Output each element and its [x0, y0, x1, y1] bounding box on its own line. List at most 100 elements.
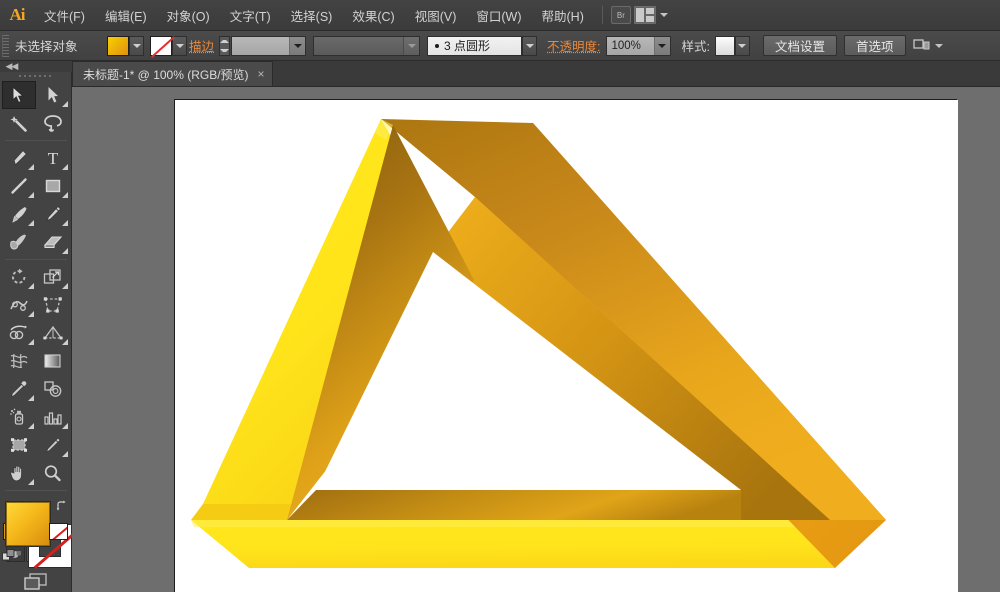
- penrose-triangle-artwork[interactable]: [175, 100, 958, 592]
- arrange-documents-icon: [912, 39, 930, 50]
- stroke-label[interactable]: 描边: [189, 36, 214, 55]
- flyout-indicator-icon: [27, 164, 34, 171]
- document-tab-title: 未标题-1* @ 100% (RGB/预览): [83, 67, 249, 82]
- blend-tool[interactable]: [36, 375, 70, 403]
- lasso-tool[interactable]: [36, 109, 70, 137]
- line-segment-tool[interactable]: [2, 172, 36, 200]
- flyout-indicator-icon: [61, 283, 68, 290]
- hand-tool[interactable]: [2, 459, 36, 487]
- screen-mode-button[interactable]: [22, 572, 50, 592]
- magic-wand-tool[interactable]: [2, 109, 36, 137]
- workspace-switcher[interactable]: [633, 6, 668, 24]
- menu-file[interactable]: 文件(F): [35, 2, 94, 29]
- opacity-label[interactable]: 不透明度:: [547, 36, 600, 55]
- menu-object[interactable]: 对象(O): [158, 2, 219, 29]
- chevron-down-icon[interactable]: [403, 36, 420, 55]
- flyout-indicator-icon: [27, 339, 34, 346]
- preferences-button[interactable]: 首选项: [844, 35, 906, 56]
- blob-brush-tool[interactable]: [2, 228, 36, 256]
- chevron-down-icon[interactable]: [289, 36, 306, 55]
- stroke-weight-input[interactable]: [231, 35, 307, 56]
- control-bar: 未选择对象 描边 3 点圆形 不透明度: 100% 样式: 文档设置 首选项: [0, 31, 1000, 61]
- flyout-indicator-icon: [61, 164, 68, 171]
- stroke-profile-select[interactable]: 3 点圆形: [427, 35, 523, 56]
- document-setup-button[interactable]: 文档设置: [762, 35, 837, 56]
- toolbox-collapse-button[interactable]: ◀◀: [0, 61, 72, 72]
- stroke-dropdown-button[interactable]: [172, 35, 187, 56]
- bridge-icon[interactable]: Br: [610, 6, 631, 24]
- chevron-down-icon[interactable]: [653, 36, 670, 55]
- document-tab-bar: 未标题-1* @ 100% (RGB/预览) ×: [0, 61, 1000, 87]
- shape-builder-tool[interactable]: [2, 319, 36, 347]
- menu-type[interactable]: 文字(T): [221, 2, 280, 29]
- screen-mode-icon: [23, 573, 47, 590]
- stroke-weight-stepper[interactable]: [219, 35, 231, 56]
- scale-tool[interactable]: [36, 263, 70, 291]
- toolbox-divider: [4, 490, 67, 492]
- artboard-tool[interactable]: [2, 431, 36, 459]
- type-tool[interactable]: T: [36, 144, 70, 172]
- stroke-style-select[interactable]: [313, 35, 421, 56]
- svg-text:T: T: [47, 149, 58, 167]
- menu-select[interactable]: 选择(S): [282, 2, 342, 29]
- none-chip-button[interactable]: [49, 523, 68, 540]
- flyout-indicator-icon: [61, 101, 68, 108]
- free-transform-tool[interactable]: [36, 291, 70, 319]
- zoom-tool[interactable]: [36, 459, 70, 487]
- fill-dropdown-button[interactable]: [129, 35, 144, 56]
- style-label: 样式:: [681, 40, 710, 54]
- face-left-bevel: [191, 504, 299, 520]
- symbol-sprayer-tool[interactable]: [2, 403, 36, 431]
- flyout-indicator-icon: [27, 479, 34, 486]
- menu-edit[interactable]: 编辑(E): [96, 2, 156, 29]
- graphic-style-swatch[interactable]: [714, 35, 735, 56]
- flyout-indicator-icon: [61, 451, 68, 458]
- paintbrush-tool[interactable]: [2, 200, 36, 228]
- rectangle-tool[interactable]: [36, 172, 70, 200]
- artboard[interactable]: [174, 99, 958, 592]
- canvas-area[interactable]: [72, 87, 1000, 592]
- gradient-tool[interactable]: [36, 347, 70, 375]
- pencil-tool[interactable]: [36, 200, 70, 228]
- menu-view[interactable]: 视图(V): [406, 2, 466, 29]
- rotate-tool[interactable]: [2, 263, 36, 291]
- toolbox-grip[interactable]: [15, 75, 56, 78]
- flyout-indicator-icon: [61, 220, 68, 227]
- swap-fill-stroke-icon[interactable]: [56, 500, 68, 512]
- toolbox-divider: [4, 259, 67, 261]
- stroke-swatch-button[interactable]: [150, 35, 172, 56]
- mesh-tool[interactable]: [2, 347, 36, 375]
- flyout-indicator-icon: [61, 339, 68, 346]
- menu-window[interactable]: 窗口(W): [467, 2, 530, 29]
- selection-status: 未选择对象: [15, 40, 78, 54]
- fill-color-swatch[interactable]: [5, 502, 50, 547]
- face-bottom-front: [191, 520, 881, 568]
- face-bottom-highlight: [191, 520, 881, 527]
- direct-selection-tool[interactable]: [36, 81, 70, 109]
- perspective-grid-tool[interactable]: [36, 319, 70, 347]
- close-icon[interactable]: ×: [258, 67, 265, 81]
- column-graph-tool[interactable]: [36, 403, 70, 431]
- graphic-style-dropdown[interactable]: [734, 35, 750, 56]
- eyedropper-tool[interactable]: [2, 375, 36, 403]
- flyout-indicator-icon: [61, 192, 68, 199]
- control-bar-grip[interactable]: [2, 34, 9, 57]
- stroke-profile-dropdown[interactable]: [522, 35, 538, 56]
- pen-tool[interactable]: [2, 144, 36, 172]
- width-tool[interactable]: [2, 291, 36, 319]
- tool-group-selection: [1, 81, 70, 137]
- flyout-indicator-icon: [61, 248, 68, 255]
- default-fill-stroke-icon[interactable]: [1, 549, 16, 563]
- fill-swatch-button[interactable]: [107, 35, 129, 56]
- eraser-tool[interactable]: [36, 228, 70, 256]
- opacity-input[interactable]: 100%: [605, 35, 671, 56]
- menu-effect[interactable]: 效果(C): [343, 2, 403, 29]
- menu-help[interactable]: 帮助(H): [533, 2, 593, 29]
- document-tab[interactable]: 未标题-1* @ 100% (RGB/预览) ×: [72, 61, 273, 86]
- selection-tool[interactable]: [1, 81, 36, 110]
- app-logo: Ai: [9, 5, 26, 24]
- slice-tool[interactable]: [36, 431, 70, 459]
- flyout-indicator-icon: [27, 192, 34, 199]
- flyout-indicator-icon: [61, 423, 68, 430]
- arrange-documents-button[interactable]: [912, 38, 943, 53]
